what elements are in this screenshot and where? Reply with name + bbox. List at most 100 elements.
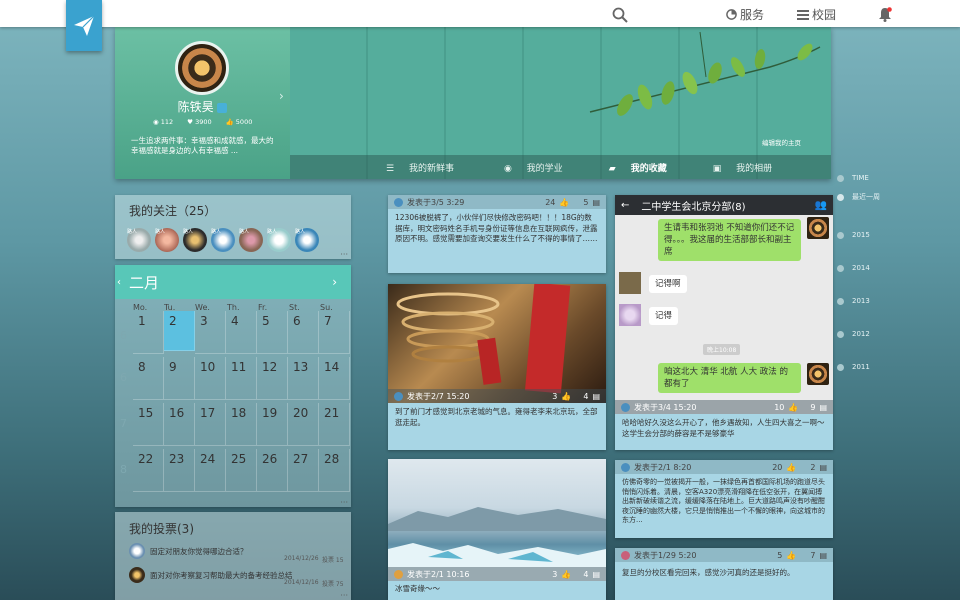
tab-favorites[interactable]: ▰ 我的收藏 (609, 161, 667, 174)
calendar-day[interactable]: 25 (226, 449, 257, 492)
vote-question[interactable]: 固定对朋友你觉得哪边合适？ (150, 546, 248, 557)
calendar-day[interactable]: 23 (164, 449, 195, 492)
calendar-day[interactable]: 11 (226, 357, 257, 400)
more-icon[interactable]: ··· (340, 591, 348, 600)
follow-avatar[interactable]: 路人 (239, 228, 263, 252)
tab-album[interactable]: ▣ 我的相册 (713, 161, 772, 174)
post-image[interactable]: 发表于2/7 15:20 3 👍 4 ▤ (388, 284, 606, 403)
calendar-day[interactable]: 2 (164, 311, 195, 351)
calendar-day[interactable]: 3 (195, 311, 226, 354)
calendar-day[interactable]: 22 (133, 449, 164, 492)
post-date: 发表于3/5 3:29 (407, 197, 465, 207)
post-image[interactable]: 发表于2/1 10:16 3 👍 4 ▤ (388, 459, 606, 581)
calendar-day[interactable]: 16 (164, 403, 195, 446)
calendar-day[interactable]: 13 (288, 357, 319, 400)
thumb-icon[interactable]: 👍 (561, 570, 571, 579)
app-logo[interactable] (66, 0, 102, 51)
follow-avatar[interactable]: 路人 (155, 228, 179, 252)
calendar-day[interactable]: 4 (226, 311, 257, 354)
comment-icon[interactable]: ▤ (819, 463, 827, 472)
comment-icon[interactable]: ▤ (592, 392, 600, 401)
post-text: 哈哈哈好久没这么开心了，他乡遇故知，人生四大喜之一啊～这学生会分部的薛容是不是够… (622, 418, 825, 438)
calendar-day[interactable]: 26 (257, 449, 288, 492)
thumb-icon[interactable]: 👍 (788, 403, 798, 412)
follow-avatar[interactable]: 路人 (183, 228, 207, 252)
calendar-day[interactable]: 28 (319, 449, 350, 492)
follow-avatar[interactable]: 路人 (267, 228, 291, 252)
chat-message-received: 记得啊 (649, 275, 687, 293)
follow-avatar[interactable]: 路人 (295, 228, 319, 252)
calendar-day[interactable]: 17 (195, 403, 226, 446)
more-icon[interactable]: ··· (340, 498, 348, 507)
timeline-item[interactable]: TIME (837, 174, 869, 182)
bell-icon (879, 7, 892, 22)
post-image[interactable]: ← 二中学生会北京分部(8) 👥 生请韦和张羽池 不知道你们还不记得。。。我这届… (615, 195, 833, 414)
post-card[interactable]: 发表于2/7 15:20 3 👍 4 ▤ 到了前门才感觉到北京老城的气息。雍得老李来… (388, 284, 606, 450)
timeline-item[interactable]: 2013 (837, 297, 870, 305)
calendar-day[interactable]: 27 (288, 449, 319, 492)
timeline-item[interactable]: 2011 (837, 363, 870, 371)
follow-name: 路人 (239, 229, 250, 235)
comment-icon[interactable]: ▤ (592, 570, 600, 579)
search-button[interactable] (612, 7, 628, 23)
calendar-day[interactable]: 12 (257, 357, 288, 400)
calendar-day[interactable]: 21 (319, 403, 350, 446)
calendar-day[interactable]: 19 (257, 403, 288, 446)
follows-panel: 我的关注（25） 路人 路人 路人 路人 路人 路人 路人 ··· (115, 195, 351, 259)
comment-icon[interactable]: ▤ (819, 403, 827, 412)
more-icon[interactable]: ··· (340, 250, 348, 259)
thumb-icon[interactable]: 👍 (786, 551, 796, 560)
avatar[interactable] (175, 41, 229, 95)
next-month-icon[interactable]: › (332, 275, 337, 289)
calendar-day[interactable]: 14 (319, 357, 350, 400)
like-count: 3 (552, 391, 558, 401)
prev-month-icon[interactable]: ‹ (117, 277, 121, 288)
calendar-day[interactable]: 18 (226, 403, 257, 446)
post-card[interactable]: 发表于2/1 8:20 20 👍 2 ▤ 仿佛奇零的一觉被揭开一般，一抹绿色再首都国… (615, 460, 833, 538)
calendar-day[interactable]: 24 (195, 449, 226, 492)
verified-icon (217, 102, 228, 113)
votes-panel: 我的投票(3) 固定对朋友你觉得哪边合适？ 2014/12/26 投票 15 面… (115, 512, 351, 600)
campus-menu[interactable]: 校园 (797, 6, 836, 23)
comment-icon[interactable]: ▤ (819, 551, 827, 560)
calendar-day[interactable]: 9 (164, 357, 195, 400)
follow-avatar[interactable]: 路人 (211, 228, 235, 252)
chat-timestamp: 晚上10:08 (703, 344, 741, 355)
post-avatar (394, 197, 403, 207)
calendar-day[interactable]: 5 (257, 311, 288, 354)
profile-tabs: ☰ 我的新鲜事 ◉ 我的学业 ▰ 我的收藏 ▣ 我的相册 (290, 155, 831, 179)
post-card[interactable]: 发表于3/5 3:29 24 👍 5 ▤ 12306被脱裤了，小伙伴们尽快修改密码吧… (388, 195, 606, 273)
post-card[interactable]: 发表于1/29 5:20 5 👍 7 ▤ 复旦的分校区看完回来，感觉沙河真的还是挺好… (615, 548, 833, 600)
calendar-day[interactable]: 20 (288, 403, 319, 446)
profile-stats: ◉ 112 ♥ 3900 👍 5000 (153, 118, 252, 126)
vote-question[interactable]: 面对对你考察复习帮助最大的备考经验总结 (150, 570, 293, 581)
calendar-day[interactable]: 7 (319, 311, 350, 354)
timeline-item[interactable]: 2015 (837, 231, 870, 239)
calendar-day[interactable]: 8 (133, 357, 164, 400)
collapse-arrow-icon[interactable]: › (279, 89, 284, 103)
tab-study[interactable]: ◉ 我的学业 (504, 161, 563, 174)
calendar-day[interactable]: 15 (133, 403, 164, 446)
edit-homepage-link[interactable]: 编辑我的主页 (762, 137, 801, 147)
timeline-dot (837, 231, 844, 239)
thumb-icon[interactable]: 👍 (561, 392, 571, 401)
tab-news[interactable]: ☰ 我的新鲜事 (386, 161, 454, 174)
notifications-button[interactable] (878, 7, 892, 22)
post-text: 仿佛奇零的一觉被揭开一般，一抹绿色再首都国际机场的跑道尽头悄悄闪烁着。清晨，空客… (622, 478, 825, 524)
timeline-item[interactable]: 2012 (837, 330, 870, 338)
views-count: 112 (160, 118, 174, 126)
calendar-day[interactable]: 1 (133, 311, 164, 354)
timeline-item[interactable]: 2014 (837, 264, 870, 272)
post-card[interactable]: 发表于2/1 10:16 3 👍 4 ▤ 冰雪奇缘～～ (388, 459, 606, 600)
services-menu[interactable]: 服务 (726, 6, 764, 23)
calendar-day[interactable]: 10 (195, 357, 226, 400)
back-arrow-icon[interactable]: ← (621, 200, 629, 211)
thumb-icon[interactable]: 👍 (786, 463, 796, 472)
follow-avatar[interactable]: 路人 (127, 228, 151, 252)
calendar-day[interactable]: 6 (288, 311, 319, 354)
timeline-item[interactable]: 最近一周 (837, 192, 880, 202)
comment-icon[interactable]: ▤ (592, 198, 600, 207)
thumb-icon[interactable]: 👍 (559, 198, 569, 207)
post-card[interactable]: ← 二中学生会北京分部(8) 👥 生请韦和张羽池 不知道你们还不记得。。。我这届… (615, 195, 833, 450)
group-members-icon[interactable]: 👥 (815, 200, 827, 211)
